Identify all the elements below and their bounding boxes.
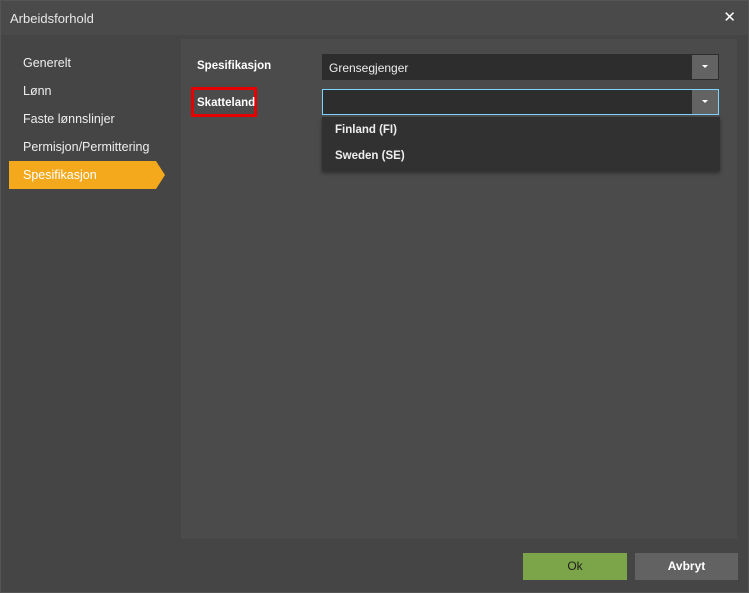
- skatteland-select[interactable]: [322, 89, 719, 115]
- dropdown-option-finland[interactable]: Finland (FI): [322, 117, 720, 143]
- title-bar: Arbeidsforhold ✕: [1, 1, 748, 35]
- chevron-down-icon: [702, 100, 708, 103]
- side-nav: Generelt Lønn Faste lønnslinjer Permisjo…: [9, 49, 169, 189]
- spesifikasjon-select[interactable]: Grensegjenger: [322, 54, 719, 80]
- dialog: Arbeidsforhold ✕ Generelt Lønn Faste løn…: [0, 0, 749, 593]
- spesifikasjon-dropdown-button[interactable]: [692, 55, 718, 79]
- skatteland-dropdown-list: Finland (FI) Sweden (SE): [322, 117, 720, 171]
- skatteland-label: Skatteland: [191, 87, 257, 117]
- nav-item-permisjon[interactable]: Permisjon/Permittering: [9, 133, 169, 161]
- cancel-button[interactable]: Avbryt: [635, 553, 738, 580]
- spesifikasjon-value: Grensegjenger: [329, 61, 409, 75]
- chevron-down-icon: [702, 65, 708, 68]
- dropdown-option-sweden[interactable]: Sweden (SE): [322, 143, 720, 169]
- nav-item-faste-lonnslinjer[interactable]: Faste lønnslinjer: [9, 105, 169, 133]
- nav-item-lonn[interactable]: Lønn: [9, 77, 169, 105]
- nav-item-spesifikasjon[interactable]: Spesifikasjon: [9, 161, 165, 189]
- close-icon[interactable]: ✕: [723, 10, 736, 26]
- nav-item-generelt[interactable]: Generelt: [9, 49, 169, 77]
- dialog-title: Arbeidsforhold: [10, 11, 94, 26]
- skatteland-dropdown-button[interactable]: [692, 90, 718, 114]
- spesifikasjon-label: Spesifikasjon: [197, 60, 272, 72]
- ok-button[interactable]: Ok: [523, 553, 627, 580]
